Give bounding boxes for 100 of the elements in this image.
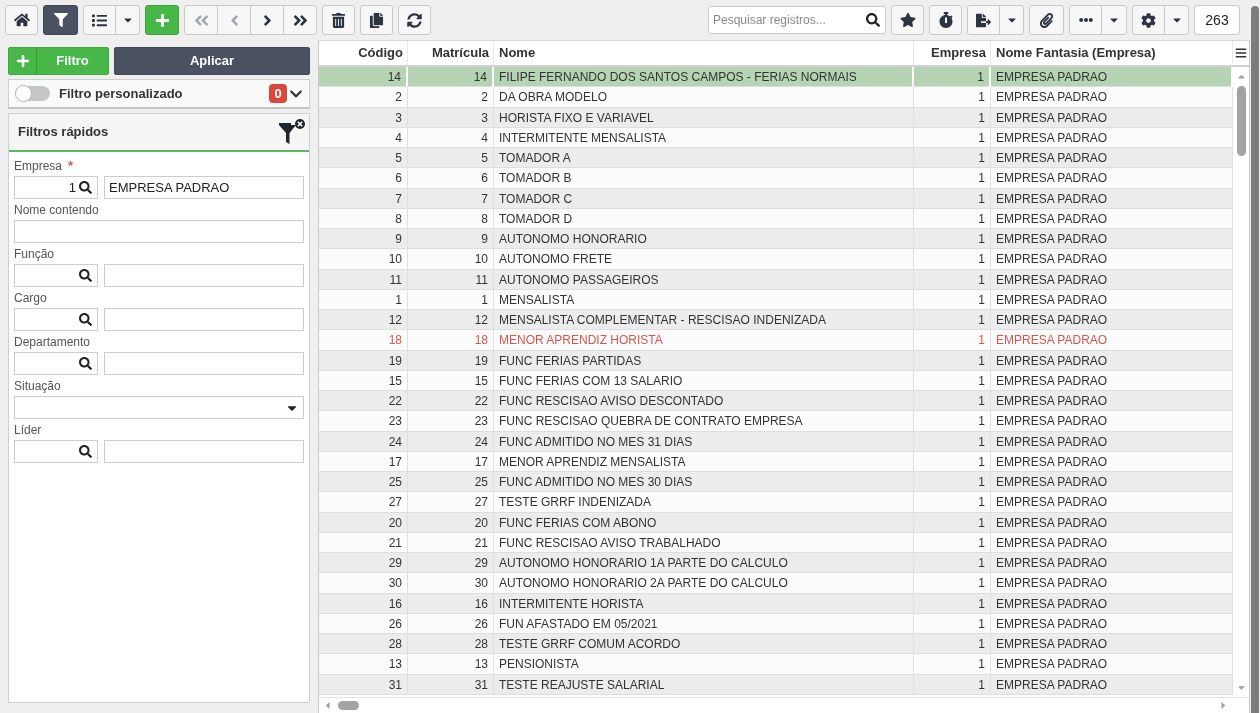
- table-cell: AUTONOMO FRETE: [494, 249, 914, 270]
- table-row[interactable]: 20 20 FUNC FERIAS COM ABONO 1 EMPRESA PADRAO: [319, 512, 1233, 533]
- search-icon[interactable]: [79, 181, 92, 194]
- table-row[interactable]: 4 4 INTERMITENTE MENSALISTA 1 EMPRESA PADRAO: [319, 127, 1233, 148]
- table-row[interactable]: 24 24 FUNC ADMITIDO NO MES 31 DIAS 1 EMPRESA PADRAO: [319, 431, 1233, 452]
- table-cell: FUNC RESCISAO AVISO TRABALHADO: [494, 532, 914, 553]
- table-row[interactable]: 7 7 TOMADOR C 1 EMPRESA PADRAO: [319, 188, 1233, 209]
- refresh-button[interactable]: [398, 5, 431, 35]
- delete-button[interactable]: [322, 5, 355, 35]
- table-row[interactable]: 15 15 FUNC FERIAS COM 13 SALARIO 1 EMPRESA PADRAO: [319, 370, 1233, 391]
- export-button[interactable]: [967, 5, 1000, 35]
- search-field[interactable]: Pesquisar registros...: [708, 6, 886, 34]
- name-field[interactable]: [104, 352, 304, 375]
- timer-button[interactable]: [929, 5, 962, 35]
- filter-button[interactable]: [43, 5, 78, 35]
- menu-icon[interactable]: [1235, 47, 1247, 59]
- toggle-switch[interactable]: [15, 86, 50, 101]
- search-icon[interactable]: [79, 313, 92, 326]
- table-cell: AUTONOMO PASSAGEIROS: [494, 269, 914, 290]
- table-row[interactable]: 17 17 MENOR APRENDIZ MENSALISTA 1 EMPRESA PADRAO: [319, 451, 1233, 472]
- column-header[interactable]: Nome Fantasia (Empresa): [991, 41, 1233, 65]
- name-field[interactable]: [104, 308, 304, 331]
- table-cell: 15: [319, 370, 408, 391]
- column-header[interactable]: Nome: [494, 41, 914, 65]
- table-row[interactable]: 11 11 AUTONOMO PASSAGEIROS 1 EMPRESA PADRAO: [319, 269, 1233, 290]
- search-icon[interactable]: [79, 357, 92, 370]
- last-record-button[interactable]: [283, 5, 317, 35]
- table-cell: 23: [408, 411, 494, 432]
- copy-button[interactable]: [360, 5, 393, 35]
- column-header[interactable]: Código: [319, 41, 408, 65]
- name-field[interactable]: EMPRESA PADRAO: [104, 176, 304, 199]
- file-export-icon: [976, 12, 991, 28]
- table-cell: 16: [408, 593, 494, 614]
- attachment-button[interactable]: [1029, 5, 1064, 35]
- favorite-button[interactable]: [891, 5, 924, 35]
- code-field[interactable]: [14, 352, 98, 375]
- table-cell: 30: [319, 573, 408, 594]
- table-cell: TOMADOR C: [494, 188, 914, 209]
- column-header[interactable]: Matrícula: [408, 41, 494, 65]
- code-field[interactable]: [14, 264, 98, 287]
- table-cell: 1: [914, 188, 991, 209]
- table-cell: FUNC ADMITIDO NO MES 31 DIAS: [494, 431, 914, 452]
- search-icon[interactable]: [866, 13, 880, 27]
- next-record-button[interactable]: [250, 5, 284, 35]
- table-row[interactable]: 21 21 FUNC RESCISAO AVISO TRABALHADO 1 EMPRESA PADRAO: [319, 532, 1233, 553]
- table-cell: TOMADOR B: [494, 168, 914, 189]
- search-icon[interactable]: [79, 445, 92, 458]
- table-cell: 17: [319, 451, 408, 472]
- add-button[interactable]: [145, 5, 179, 35]
- table-cell: 1: [914, 593, 991, 614]
- table-row[interactable]: 2 2 DA OBRA MODELO 1 EMPRESA PADRAO: [319, 87, 1233, 108]
- more-button[interactable]: [1069, 5, 1102, 35]
- table-row[interactable]: 5 5 TOMADOR A 1 EMPRESA PADRAO: [319, 148, 1233, 169]
- table-cell: FUNC FERIAS COM ABONO: [494, 512, 914, 533]
- scrollbar-thumb[interactable]: [1236, 86, 1246, 156]
- table-row[interactable]: 1 1 MENSALISTA 1 EMPRESA PADRAO: [319, 289, 1233, 310]
- table-row[interactable]: 30 30 AUTONOMO HONORARIO 2A PARTE DO CALCULO 1 EMPRESA PADRAO: [319, 573, 1233, 594]
- name-field[interactable]: [104, 440, 304, 463]
- star-icon: [899, 12, 916, 28]
- table-row[interactable]: 3 3 HORISTA FIXO E VARIAVEL 1 EMPRESA PADRAO: [319, 107, 1233, 128]
- column-header[interactable]: Empresa: [914, 41, 991, 65]
- apply-button[interactable]: Aplicar: [114, 47, 310, 75]
- table-row[interactable]: 26 26 FUN AFASTADO EM 05/2021 1 EMPRESA PADRAO: [319, 613, 1233, 634]
- home-button[interactable]: [5, 5, 38, 35]
- table-row[interactable]: 13 13 PENSIONISTA 1 EMPRESA PADRAO: [319, 654, 1233, 675]
- table-row[interactable]: 9 9 AUTONOMO HONORARIO 1 EMPRESA PADRAO: [319, 229, 1233, 250]
- settings-button[interactable]: [1132, 5, 1165, 35]
- table-row[interactable]: 12 12 MENSALISTA COMPLEMENTAR - RESCISAO INDENIZADA 1 EMPRESA PADRAO: [319, 310, 1233, 331]
- table-row[interactable]: 10 10 AUTONOMO FRETE 1 EMPRESA PADRAO: [319, 249, 1233, 270]
- table-row[interactable]: 31 31 TESTE REAJUSTE SALARIAL 1 EMPRESA PADRAO: [319, 674, 1233, 695]
- scrollbar-thumb[interactable]: [1251, 6, 1259, 713]
- code-field[interactable]: [14, 440, 98, 463]
- table-row[interactable]: 18 18 MENOR APRENDIZ HORISTA 1 EMPRESA PADRAO: [319, 330, 1233, 351]
- table-cell: 24: [408, 431, 494, 452]
- field-label: Nome contendo: [14, 203, 99, 217]
- code-field[interactable]: [14, 308, 98, 331]
- text-field[interactable]: [14, 220, 304, 243]
- scrollbar-thumb[interactable]: [338, 701, 359, 710]
- table-cell: 21: [408, 532, 494, 553]
- table-row[interactable]: 19 19 FUNC FERIAS PARTIDAS 1 EMPRESA PADRAO: [319, 350, 1233, 371]
- field-label: Empresa: [14, 159, 63, 173]
- table-cell: 10: [408, 249, 494, 270]
- table-row[interactable]: 27 27 TESTE GRRF INDENIZADA 1 EMPRESA PADRAO: [319, 492, 1233, 513]
- list-view-button[interactable]: [83, 5, 116, 35]
- select-field[interactable]: [14, 396, 304, 419]
- table-row[interactable]: 14 14 FILIPE FERNANDO DOS SANTOS CAMPOS - FERIAS NORMAIS 1 EMPRESA PADRAO: [319, 67, 1233, 88]
- table-cell: 8: [319, 208, 408, 229]
- table-row[interactable]: 8 8 TOMADOR D 1 EMPRESA PADRAO: [319, 208, 1233, 229]
- table-row[interactable]: 16 16 INTERMITENTE HORISTA 1 EMPRESA PADRAO: [319, 593, 1233, 614]
- search-icon[interactable]: [79, 269, 92, 282]
- table-row[interactable]: 29 29 AUTONOMO HONORARIO 1A PARTE DO CALCULO 1 EMPRESA PADRAO: [319, 553, 1233, 574]
- table-row[interactable]: 28 28 TESTE GRRF COMUM ACORDO 1 EMPRESA PADRAO: [319, 634, 1233, 655]
- name-field[interactable]: [104, 264, 304, 287]
- settings-icon: [1141, 12, 1156, 28]
- table-row[interactable]: 25 25 FUNC ADMITIDO NO MES 30 DIAS 1 EMPRESA PADRAO: [319, 472, 1233, 493]
- code-field[interactable]: 1: [14, 176, 98, 199]
- filter-clear-icon[interactable]: [278, 118, 306, 146]
- table-row[interactable]: 6 6 TOMADOR B 1 EMPRESA PADRAO: [319, 168, 1233, 189]
- table-row[interactable]: 22 22 FUNC RESCISAO AVISO DESCONTADO 1 EMPRESA PADRAO: [319, 391, 1233, 412]
- table-row[interactable]: 23 23 FUNC RESCISAO QUEBRA DE CONTRATO EMPRESA 1 EMPRESA PADRAO: [319, 411, 1233, 432]
